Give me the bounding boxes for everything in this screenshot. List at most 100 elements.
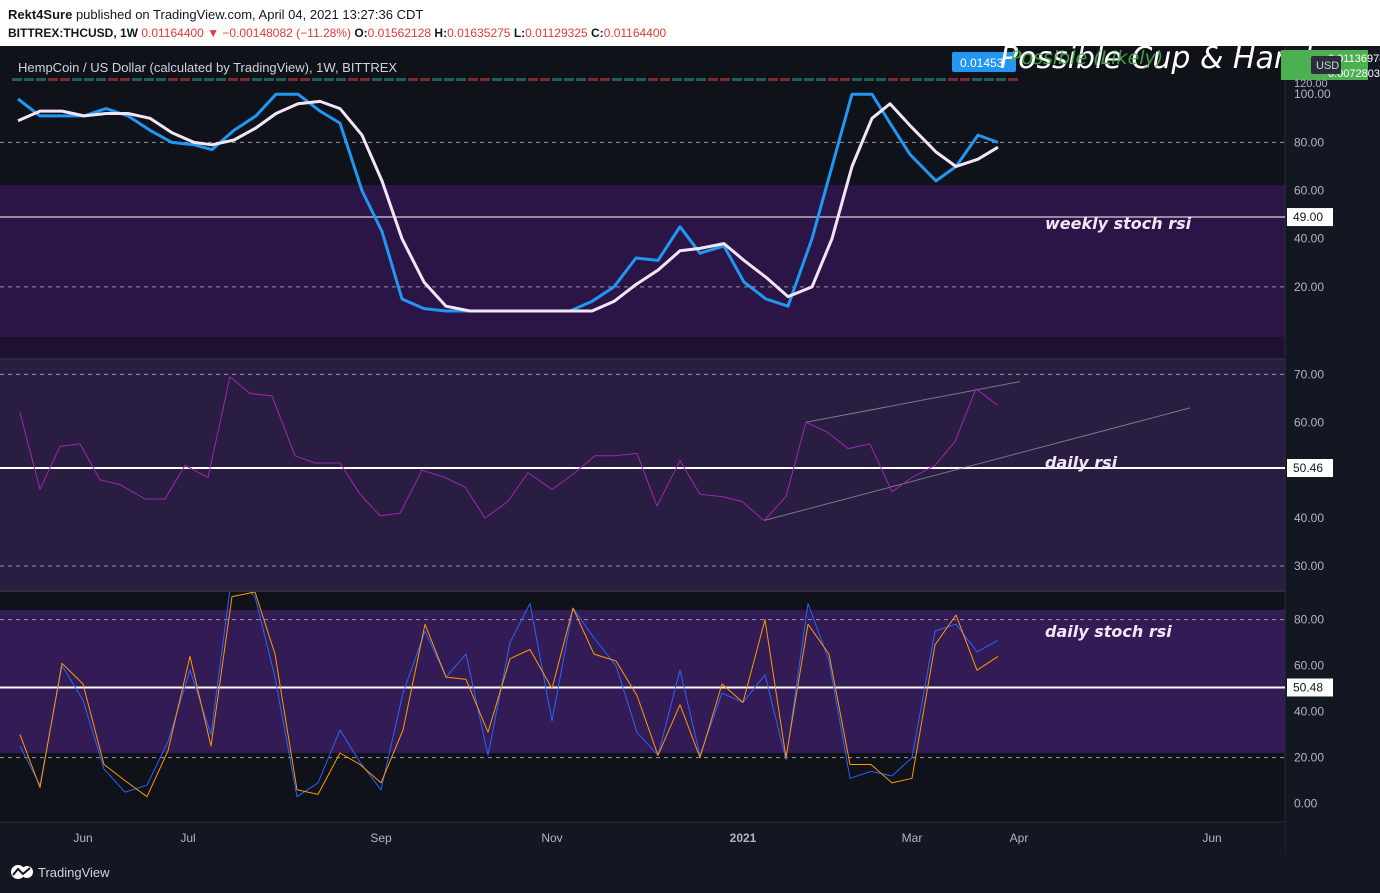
time-axis-label-4: 2021	[730, 831, 757, 845]
chart-canvas[interactable]: 100.0080.0060.0040.0020.0049.00weekly st…	[0, 46, 1380, 853]
volume-bar	[528, 78, 538, 81]
weekly-tick-label-5: 20.00	[1294, 280, 1324, 294]
price-axis[interactable]	[1285, 46, 1380, 853]
close-label: C:	[591, 26, 604, 40]
weekly-tick-label-4: 40.00	[1294, 232, 1324, 246]
currency-label[interactable]: USD	[1316, 60, 1339, 72]
time-axis-label-2: Sep	[370, 831, 392, 845]
volume-bar	[72, 78, 82, 81]
volume-bar	[660, 78, 670, 81]
volume-bar	[936, 78, 946, 81]
volume-bar	[624, 78, 634, 81]
volume-bar	[12, 78, 22, 81]
weekly-pane-label: weekly stoch rsi	[1045, 214, 1192, 233]
volume-bar	[900, 78, 910, 81]
volume-bar	[48, 78, 58, 81]
volume-bar	[504, 78, 514, 81]
volume-bar	[828, 78, 838, 81]
volume-bar	[492, 78, 502, 81]
volume-bar	[240, 78, 250, 81]
time-axis-label-1: Jul	[180, 831, 195, 845]
daily-rsi-pane-label: daily rsi	[1045, 453, 1118, 472]
rsi-pane[interactable]	[0, 360, 1285, 590]
top-axis-partial: 120.00	[1294, 78, 1328, 90]
volume-bar	[696, 78, 706, 81]
ohlc-line: BITTREX:THCUSD, 1W 0.01164400 ▼ −0.00148…	[8, 26, 666, 40]
volume-bar	[984, 78, 994, 81]
weekly-band	[0, 185, 1285, 337]
volume-bar	[876, 78, 886, 81]
volume-bar	[312, 78, 322, 81]
volume-bar	[960, 78, 970, 81]
volume-bar	[432, 78, 442, 81]
volume-bar	[288, 78, 298, 81]
volume-bar	[1008, 78, 1018, 81]
low-value: 0.01129325	[525, 26, 588, 40]
volume-bar	[216, 78, 226, 81]
volume-bar	[756, 78, 766, 81]
volume-bar	[96, 78, 106, 81]
main-title: HempCoin / US Dollar (calculated by Trad…	[18, 60, 397, 75]
daily-stoch-tick-label-1: 60.00	[1294, 659, 1324, 673]
volume-bar	[84, 78, 94, 81]
volume-bar	[168, 78, 178, 81]
volume-bar	[204, 78, 214, 81]
volume-bar	[672, 78, 682, 81]
volume-bar	[36, 78, 46, 81]
volume-bar	[948, 78, 958, 81]
time-axis-label-5: Mar	[902, 831, 923, 845]
high-value: 0.01635275	[447, 26, 511, 40]
volume-bar	[552, 78, 562, 81]
volume-bar	[576, 78, 586, 81]
volume-bar	[924, 78, 934, 81]
volume-bar	[888, 78, 898, 81]
open-label: O:	[354, 26, 368, 40]
volume-bar	[564, 78, 574, 81]
overlay-small-text: Possible (Likely)	[1010, 47, 1163, 69]
daily-rsi-tick-label-1: 60.00	[1294, 415, 1324, 429]
volume-bar	[336, 78, 346, 81]
daily-stoch-tick-label-4: 0.00	[1294, 797, 1318, 811]
author-name[interactable]: Rekt4Sure	[8, 7, 72, 22]
volume-bar	[732, 78, 742, 81]
volume-bar	[744, 78, 754, 81]
volume-bar	[108, 78, 118, 81]
volume-bar	[792, 78, 802, 81]
volume-bar	[144, 78, 154, 81]
volume-bar	[912, 78, 922, 81]
volume-bar	[60, 78, 70, 81]
volume-bar	[768, 78, 778, 81]
volume-bar	[852, 78, 862, 81]
volume-bar	[24, 78, 34, 81]
tradingview-brand[interactable]: TradingView	[38, 865, 110, 880]
time-axis-label-0: Jun	[73, 831, 92, 845]
daily-stoch-pane-label: daily stoch rsi	[1045, 622, 1172, 641]
time-axis-label-6: Apr	[1010, 831, 1029, 845]
tradingview-logo-icon[interactable]	[10, 864, 34, 880]
volume-bar	[132, 78, 142, 81]
daily-stoch-value-tag-text: 50.48	[1293, 680, 1323, 694]
daily-rsi-value-tag-text: 50.46	[1293, 461, 1323, 475]
volume-bar	[612, 78, 622, 81]
volume-bar	[468, 78, 478, 81]
volume-bar	[252, 78, 262, 81]
daily-rsi-tick-label-4: 30.00	[1294, 559, 1324, 573]
volume-bar	[864, 78, 874, 81]
volume-bar	[228, 78, 238, 81]
volume-bar	[480, 78, 490, 81]
volume-bar	[804, 78, 814, 81]
volume-bar	[516, 78, 526, 81]
footer-bar	[0, 853, 1380, 893]
volume-bar	[996, 78, 1006, 81]
volume-bar	[420, 78, 430, 81]
volume-bar	[648, 78, 658, 81]
symbol-label: BITTREX:THCUSD, 1W	[8, 26, 138, 40]
daily-stoch-tick-label-0: 80.00	[1294, 613, 1324, 627]
volume-bar	[324, 78, 334, 81]
last-price: 0.01164400	[141, 26, 204, 40]
volume-bar	[396, 78, 406, 81]
volume-bar	[372, 78, 382, 81]
volume-bar	[780, 78, 790, 81]
volume-bar	[708, 78, 718, 81]
volume-bar	[348, 78, 358, 81]
